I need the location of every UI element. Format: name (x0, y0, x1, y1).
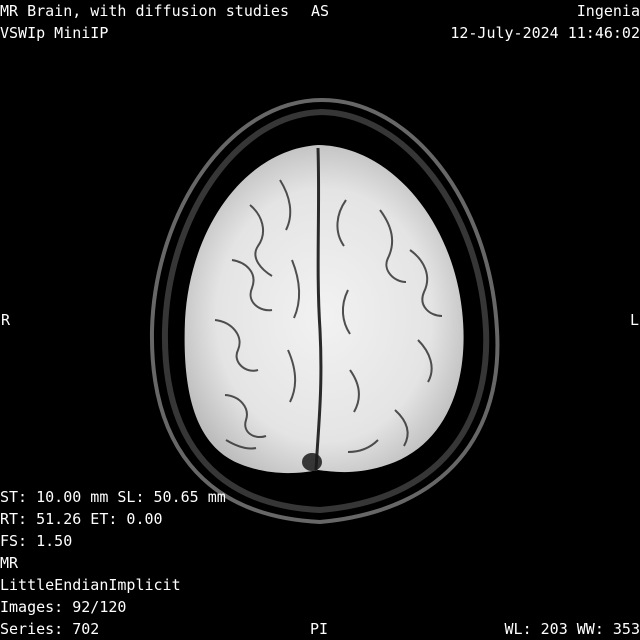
bottom-left-overlay: ST: 10.00 mm SL: 50.65 mm RT: 51.26 ET: … (0, 486, 226, 640)
top-left-overlay: MR Brain, with diffusion studies VSWIp M… (0, 0, 289, 44)
image-counter: Images: 92/120 (0, 598, 127, 616)
modality: MR (0, 554, 19, 572)
transfer-syntax: LittleEndianImplicit (0, 576, 181, 594)
top-right-overlay: Ingenia 12-July-2024 11:46:02 (450, 0, 640, 44)
study-description: MR Brain, with diffusion studies (0, 2, 289, 20)
bottom-right-overlay: WL: 203 WW: 353 (505, 618, 640, 640)
orientation-right-label: L (629, 311, 639, 329)
field-strength: FS: 1.50 (0, 532, 73, 550)
acquisition-datetime: 12-July-2024 11:46:02 (450, 24, 640, 42)
window-level-width: WL: 203 WW: 353 (504, 620, 640, 638)
orientation-bottom-label: PI (310, 620, 329, 638)
repetition-echo-time: RT: 51.26 ET: 0.00 (0, 510, 163, 528)
posterior-vessel-spot (302, 453, 322, 471)
institution-name: Ingenia (576, 2, 640, 20)
orientation-left-label: R (1, 311, 11, 329)
orientation-top-label: AS (311, 2, 330, 20)
slice-thickness-location: ST: 10.00 mm SL: 50.65 mm (0, 488, 226, 506)
series-number: Series: 702 (0, 620, 100, 638)
series-description: VSWIp MiniIP (0, 24, 109, 42)
